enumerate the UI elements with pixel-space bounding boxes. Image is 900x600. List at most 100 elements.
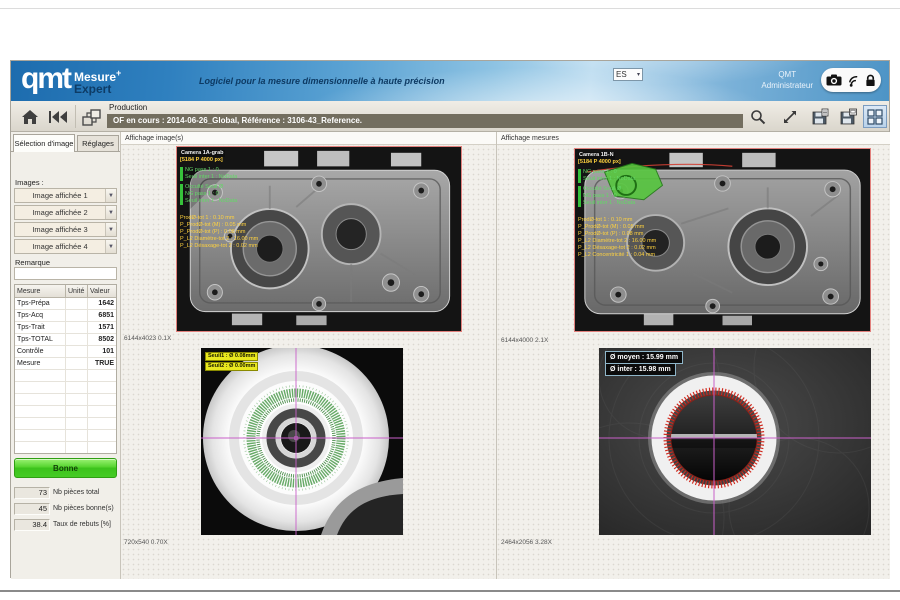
overlay-measure-lines: ProdØ-tot 1 : 0.10 mm P_ProdØ-tot (M) : …	[180, 215, 258, 250]
tab-settings[interactable]: Réglages	[77, 135, 119, 152]
logo-mesure: Mesure+	[74, 67, 121, 83]
production-mode-icon[interactable]	[79, 105, 105, 128]
table-row-empty	[15, 430, 116, 442]
save-report-button[interactable]	[807, 105, 833, 128]
table-row-empty	[15, 418, 116, 430]
language-value: ES	[616, 70, 627, 79]
table-row-empty	[15, 406, 116, 418]
panel-header-measures: Affichage mesures	[497, 132, 890, 145]
chevron-down-icon: ▾	[637, 71, 640, 78]
sidebar: Sélection d'image Réglages Images : Imag…	[11, 132, 121, 579]
quad-view-button[interactable]	[863, 105, 887, 128]
image-select-1[interactable]: Image affichée 1 ▼	[14, 188, 117, 203]
overlay-green-group: Occulté Seuil Ø NG pass 1 : 0 Seuil inte…	[180, 184, 258, 205]
measured-bore-viewport[interactable]: Ø moyen : 15.99 mm Ø inter : 15.98 mm	[599, 348, 871, 535]
bottom-edge-line	[0, 590, 900, 592]
stat-label: Nb pièces bonne(s)	[53, 505, 114, 512]
bore-backlit-image	[201, 348, 403, 535]
remark-label: Remarque	[15, 258, 50, 267]
panel-header-images: Affichage image(s)	[121, 132, 496, 145]
overlay-title: Camera 1A-grab	[180, 150, 225, 157]
top-edge-line	[0, 8, 900, 9]
lock-icon[interactable]	[865, 74, 876, 87]
app-tagline: Logiciel pour la mesure dimensionnelle à…	[199, 76, 445, 86]
stat-value: 73	[14, 487, 50, 499]
good-part-button[interactable]: Bonne	[14, 458, 117, 478]
camera-icon[interactable]	[826, 74, 842, 86]
diameter-results-box: Ø moyen : 15.99 mm Ø inter : 15.98 mm	[605, 352, 683, 376]
threshold-labels: Seuil1 : Ø 0.08mm Seuil2 : Ø 0.00mm	[205, 352, 258, 372]
table-row[interactable]: Tps-Prépa 1642	[15, 298, 116, 310]
stat-total-parts: 73 Nb pièces total	[14, 486, 120, 499]
image-select-2[interactable]: Image affichée 2 ▼	[14, 205, 117, 220]
threshold-label-1: Seuil1 : Ø 0.08mm	[205, 352, 258, 361]
threshold-label-2: Seuil2 : Ø 0.00mm	[205, 362, 258, 371]
stat-value: 45	[14, 503, 50, 515]
viewport-caption: 6144x4023 0.1X	[124, 335, 171, 342]
app-window: qmt Mesure+ Expert Logiciel pour la mesu…	[10, 60, 890, 578]
stat-scrap-rate: 38.4 Taux de rebuts [%]	[14, 518, 120, 531]
overlay-title: Camera 1B-N	[578, 152, 615, 159]
table-row[interactable]: Tps-Acq 6851	[15, 310, 116, 322]
chevron-down-icon: ▼	[105, 206, 116, 219]
overlay-size: [5184 P 4000 px]	[578, 159, 656, 166]
rewind-button[interactable]	[45, 105, 71, 128]
overlay-size: [5184 P 4000 px]	[180, 157, 258, 164]
chevron-down-icon: ▼	[105, 223, 116, 236]
stat-good-parts: 45 Nb pièces bonne(s)	[14, 502, 120, 515]
logo-qmt: qmt	[21, 63, 70, 95]
table-row-empty	[15, 394, 116, 406]
image-overlay: Camera 1A-grab [5184 P 4000 px] NG pass …	[180, 150, 258, 250]
chevron-down-icon: ▼	[105, 189, 116, 202]
overlay-green-group: Occulté Seuil Ø NG pass 1 : 0 Seuil inte…	[578, 186, 656, 207]
table-row[interactable]: Tps-TOTAL 8502	[15, 334, 116, 346]
diameter-inner: Ø inter : 15.98 mm	[605, 363, 676, 376]
overlay-green-group: NG pass 1 : 0 Seuil inter 1 : NoData	[578, 169, 656, 183]
zoom-search-button[interactable]	[745, 105, 771, 128]
table-row-empty	[15, 370, 116, 382]
table-row[interactable]: Mesure TRUE	[15, 358, 116, 370]
image-overlay: Camera 1B-N [5184 P 4000 px] NG pass 1 :…	[578, 152, 656, 259]
production-label: Production	[109, 103, 147, 112]
screen: qmt Mesure+ Expert Logiciel pour la mesu…	[0, 0, 900, 600]
user-role: Administrateur	[761, 80, 813, 91]
table-row[interactable]: Tps-Trait 1571	[15, 322, 116, 334]
measure-table: Mesure Unité Valeur Tps-Prépa 1642 Tps-A…	[14, 284, 117, 454]
image-panels: Affichage image(s) Affichage mesures	[121, 132, 890, 579]
logo-expert: Expert	[74, 83, 121, 95]
user-block: QMT Administrateur	[761, 69, 813, 91]
images-label: Images :	[15, 178, 44, 187]
camera-image-viewport-1[interactable]: Camera 1A-grab [5184 P 4000 px] NG pass …	[176, 146, 462, 332]
bore-measure-image	[599, 348, 871, 535]
language-dropdown[interactable]: ES ▾	[613, 68, 643, 81]
toolbar: Production OF en cours : 2014-06-26_Glob…	[11, 101, 889, 132]
wireless-icon[interactable]	[847, 74, 860, 87]
table-header-row: Mesure Unité Valeur	[15, 285, 116, 298]
app-header: qmt Mesure+ Expert Logiciel pour la mesu…	[11, 61, 889, 101]
chevron-down-icon: ▼	[105, 240, 116, 253]
viewport-caption: 2464x2056 3.28X	[501, 539, 552, 546]
app-logo: qmt Mesure+ Expert	[21, 63, 121, 95]
camera-image-viewport-2[interactable]: Camera 1B-N [5184 P 4000 px] NG pass 1 :…	[574, 148, 871, 332]
stat-label: Nb pièces total	[53, 489, 99, 496]
overlay-measure-lines: ProdØ-tot 1 : 0.10 mm P_ProdØ-tot (M) : …	[578, 217, 656, 259]
toolbar-separator	[75, 105, 76, 128]
tab-image-selection[interactable]: Sélection d'image	[13, 134, 75, 152]
image-select-3[interactable]: Image affichée 3 ▼	[14, 222, 117, 237]
overlay-green-group: NG pass 1 : 0 Seuil inter 1 : NoData	[180, 167, 258, 181]
table-row[interactable]: Contrôle 101	[15, 346, 116, 358]
bore-image-viewport[interactable]: Seuil1 : Ø 0.08mm Seuil2 : Ø 0.00mm	[201, 348, 403, 535]
table-row-empty	[15, 382, 116, 394]
device-status-pill	[821, 68, 881, 92]
stat-label: Taux de rebuts [%]	[53, 521, 111, 528]
user-org: QMT	[761, 69, 813, 80]
stat-value: 38.4	[14, 519, 50, 531]
table-row-empty	[15, 442, 116, 454]
column-divider	[496, 132, 497, 579]
home-button[interactable]	[17, 105, 43, 128]
remark-input[interactable]	[14, 267, 117, 280]
save-image-button[interactable]	[835, 105, 861, 128]
viewport-caption: 720x540 0.70X	[124, 539, 168, 546]
fullscreen-button[interactable]	[777, 105, 803, 128]
image-select-4[interactable]: Image affichée 4 ▼	[14, 239, 117, 254]
